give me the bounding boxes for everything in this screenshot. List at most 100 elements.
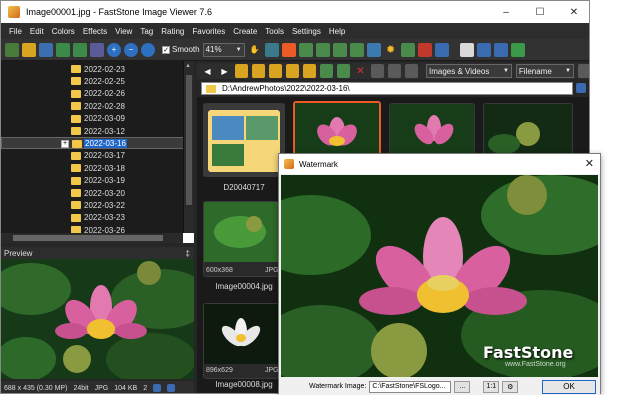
pin-icon[interactable]: ‡ [186, 249, 190, 258]
menu-tools[interactable]: Tools [261, 27, 288, 36]
watermark-overlay-url: www.FastStone.org [505, 361, 566, 368]
watermark-image-field[interactable]: C:\FastStone\FSLogo... [369, 380, 452, 393]
save-as-icon[interactable] [56, 42, 70, 57]
fullscreen-icon[interactable] [510, 42, 525, 57]
expand-icon[interactable]: + [61, 140, 69, 149]
actual-size-icon[interactable] [141, 42, 155, 57]
menu-tag[interactable]: Tag [136, 27, 157, 36]
settings-icon[interactable]: ⚙ [502, 380, 519, 393]
status-bar: 688 x 435 (0.30 MP) 24bit JPG 104 KB 2 [1, 381, 194, 393]
browse-button[interactable]: ... [454, 380, 471, 393]
menu-create[interactable]: Create [229, 27, 261, 36]
tree-horizontal-scrollbar[interactable] [1, 233, 194, 243]
ok-button[interactable]: OK [542, 379, 596, 394]
layout-3-icon[interactable] [493, 42, 508, 57]
ratio-button[interactable]: 1:1 [483, 380, 500, 393]
zoom-in-icon[interactable]: + [107, 42, 121, 57]
tree-folder-item[interactable]: 2022-02-28 [1, 100, 194, 112]
menu-favorites[interactable]: Favorites [188, 27, 229, 36]
tree-folder-item[interactable]: 2022-03-19 [1, 175, 194, 187]
compare-icon[interactable] [366, 42, 381, 57]
tree-folder-item[interactable]: 2022-03-20 [1, 187, 194, 199]
refresh-icon[interactable] [337, 64, 350, 78]
menu-view[interactable]: View [111, 27, 136, 36]
dialog-close-button[interactable]: ✕ [585, 157, 594, 170]
menu-help[interactable]: Help [325, 27, 349, 36]
tree-folder-item[interactable]: 2022-02-23 [1, 63, 194, 75]
path-go-icon[interactable] [576, 83, 586, 93]
crop-icon[interactable] [281, 42, 296, 57]
browse-icon[interactable] [5, 42, 19, 57]
rotate-right-icon[interactable] [332, 42, 347, 57]
resize-icon[interactable] [298, 42, 313, 57]
forward-icon[interactable]: ▶ [218, 64, 231, 78]
menu-effects[interactable]: Effects [79, 27, 111, 36]
tree-scroll-thumb[interactable] [186, 75, 192, 205]
save-icon[interactable] [39, 42, 53, 57]
path-input[interactable]: D:\AndrewPhotos\2022\2022-03-16\ [201, 81, 573, 95]
thumbnail-size-icon[interactable] [371, 64, 384, 78]
rotate-left-icon[interactable] [315, 42, 330, 57]
scroll-up-icon[interactable]: ▲ [185, 63, 191, 69]
print-icon[interactable] [90, 42, 104, 57]
menu-rating[interactable]: Rating [157, 27, 188, 36]
open-folder-icon[interactable] [22, 42, 36, 57]
thumbnail-selected[interactable] [293, 101, 381, 159]
layout-2-icon[interactable] [476, 42, 491, 57]
flip-icon[interactable] [349, 42, 364, 57]
thumbnail-item[interactable] [203, 201, 279, 277]
tree-folder-item[interactable]: 2022-03-18 [1, 162, 194, 174]
back-icon[interactable]: ◀ [201, 64, 214, 78]
move-to-folder-icon[interactable] [320, 64, 333, 78]
tree-folder-label: 2022-02-23 [84, 64, 125, 74]
tree-hscroll-thumb[interactable] [13, 235, 163, 241]
folder-icon [72, 140, 82, 149]
folder-favorite-icon[interactable] [269, 64, 282, 78]
tree-folder-item[interactable]: 2022-02-25 [1, 75, 194, 87]
export-icon[interactable] [73, 42, 87, 57]
tree-folder-label: 2022-03-12 [84, 126, 125, 136]
menu-file[interactable]: File [5, 27, 26, 36]
filter-select[interactable]: Images & Videos ▼ [426, 64, 512, 78]
new-folder-icon[interactable] [286, 64, 299, 78]
tree-folder-item[interactable]: 2022-03-09 [1, 113, 194, 125]
folder-icon[interactable] [252, 64, 265, 78]
tree-folder-item[interactable]: 2022-03-12 [1, 125, 194, 137]
slideshow-icon[interactable] [264, 42, 279, 57]
menu-colors[interactable]: Colors [48, 27, 79, 36]
status-info-icon[interactable] [153, 384, 162, 392]
thumbnail-caption: Image00008.jpg [215, 380, 273, 389]
tree-folder-item[interactable]: +2022-03-16 [1, 137, 194, 150]
tree-folder-item[interactable]: 2022-03-23 [1, 212, 194, 224]
smooth-check-box[interactable]: ✓ [162, 45, 170, 54]
tree-folder-item[interactable]: 2022-03-17 [1, 150, 194, 162]
menu-settings[interactable]: Settings [288, 27, 325, 36]
tree-folder-item[interactable]: 2022-03-22 [1, 199, 194, 211]
thumbnail-item[interactable] [389, 103, 475, 159]
zoom-select[interactable]: 41% ▼ [202, 42, 245, 57]
menu-edit[interactable]: Edit [26, 27, 48, 36]
maximize-button[interactable]: ☐ [523, 1, 557, 23]
tree-folder-item[interactable]: 2022-02-26 [1, 88, 194, 100]
copy-to-folder-icon[interactable] [303, 64, 316, 78]
thumbnail-folder[interactable] [203, 103, 285, 177]
smooth-checkbox[interactable]: ✓ Smooth [162, 45, 200, 54]
email-icon[interactable] [434, 42, 449, 57]
thumbnail-item[interactable] [483, 103, 573, 159]
color-adjust-icon[interactable] [400, 42, 415, 57]
sort-order-icon[interactable] [577, 64, 589, 78]
delete-icon[interactable]: ✕ [354, 64, 367, 78]
layout-1-icon[interactable] [459, 42, 474, 57]
brightness-icon[interactable]: ✹ [384, 43, 398, 57]
zoom-out-icon[interactable]: − [124, 42, 138, 57]
details-view-icon[interactable] [388, 64, 401, 78]
folder-up-icon[interactable] [235, 64, 248, 78]
sort-select[interactable]: Filename ▼ [515, 64, 574, 78]
red-eye-icon[interactable] [417, 42, 432, 57]
list-view-icon[interactable] [405, 64, 418, 78]
close-button[interactable]: ✕ [557, 1, 589, 23]
minimize-button[interactable]: – [489, 1, 523, 23]
status-nav-icon[interactable] [167, 384, 176, 392]
tree-vertical-scrollbar[interactable]: ▲ [183, 61, 194, 235]
hand-tool-icon[interactable]: ✋ [248, 43, 262, 57]
